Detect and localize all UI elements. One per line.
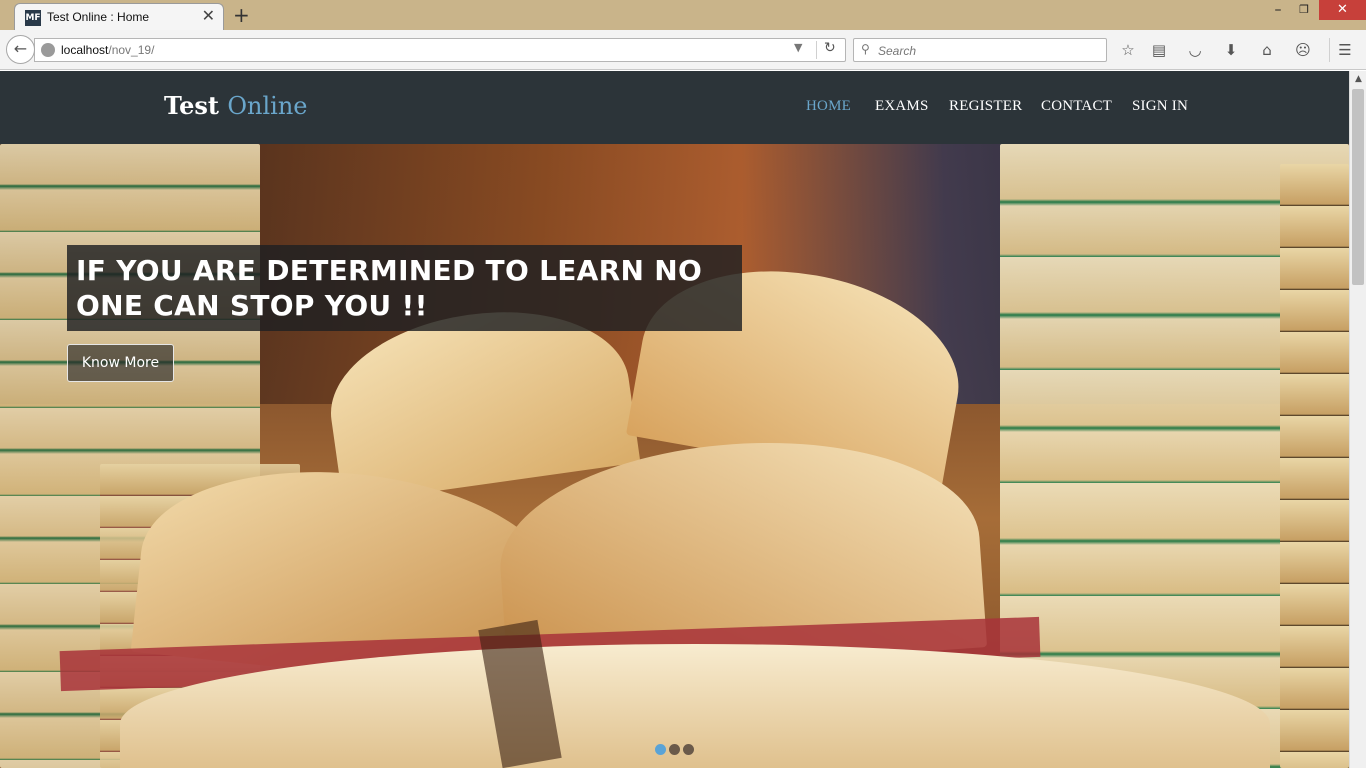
tab-close-icon[interactable]: ✕	[202, 6, 215, 25]
window-close-button[interactable]: ✕	[1319, 0, 1366, 20]
nav-sign-in-link[interactable]: SIGN IN	[1132, 98, 1188, 115]
home-icon[interactable]: ⌂	[1256, 39, 1278, 61]
scroll-thumb[interactable]	[1352, 89, 1364, 285]
nav-register-link[interactable]: REGISTER	[949, 98, 1022, 115]
window-minimize-button[interactable]: –	[1268, 2, 1288, 20]
url-bar[interactable]: localhost/nov_19/ ▼ ↻	[34, 38, 846, 62]
browser-tab[interactable]: MF Test Online : Home ✕	[14, 3, 224, 30]
feedback-icon[interactable]: ☹	[1292, 39, 1314, 61]
browser-toolbar: localhost/nov_19/ ▼ ↻ ← ⚲ Search ☆ ▤ ◡ ⬇…	[0, 30, 1366, 70]
toolbar-divider	[1329, 38, 1330, 62]
nav-exams-link[interactable]: EXAMS	[875, 98, 929, 115]
browser-tab-strip: MF Test Online : Home ✕ + – ❐ ✕	[0, 0, 1366, 30]
download-icon[interactable]: ⬇	[1220, 39, 1242, 61]
site-header: Test Online HOME EXAMS REGISTER CONTACT …	[0, 71, 1349, 144]
know-more-button[interactable]: Know More	[67, 344, 174, 382]
url-divider	[816, 41, 817, 59]
nav-contact-link[interactable]: CONTACT	[1041, 98, 1112, 115]
back-button[interactable]: ←	[6, 35, 35, 64]
brand-accent: Online	[227, 92, 308, 120]
hero-caption-box: IF YOU ARE DETERMINED TO LEARN NO ONE CA…	[67, 245, 742, 331]
url-path: /nov_19/	[108, 43, 155, 57]
tab-title: Test Online : Home	[47, 10, 150, 24]
site-logo[interactable]: Test Online	[164, 91, 308, 120]
window-maximize-button[interactable]: ❐	[1294, 3, 1314, 21]
brand-main: Test	[164, 91, 219, 120]
new-tab-button[interactable]: +	[233, 3, 250, 27]
reload-icon[interactable]: ↻	[824, 40, 836, 56]
bookmark-star-icon[interactable]: ☆	[1117, 39, 1139, 61]
hero-carousel: IF YOU ARE DETERMINED TO LEARN NO ONE CA…	[0, 144, 1349, 768]
url-host: localhost	[61, 43, 109, 57]
carousel-indicator-1[interactable]	[655, 744, 666, 755]
reading-list-icon[interactable]: ▤	[1148, 39, 1170, 61]
url-dropdown-icon[interactable]: ▼	[794, 41, 802, 54]
site-favicon-icon: MF	[25, 10, 41, 26]
menu-icon[interactable]: ☰	[1334, 39, 1356, 61]
search-placeholder: Search	[878, 44, 917, 58]
carousel-indicator-2[interactable]	[669, 744, 680, 755]
scroll-up-arrow-icon[interactable]: ▲	[1350, 71, 1366, 88]
nav-home-link[interactable]: HOME	[806, 98, 851, 115]
globe-icon	[41, 43, 55, 57]
page-viewport: Test Online HOME EXAMS REGISTER CONTACT …	[0, 71, 1349, 768]
url-text[interactable]: localhost/nov_19/	[61, 43, 154, 57]
search-input[interactable]: ⚲ Search	[853, 38, 1107, 62]
hero-caption-text: IF YOU ARE DETERMINED TO LEARN NO ONE CA…	[76, 254, 703, 322]
page-scrollbar[interactable]: ▲	[1349, 71, 1366, 768]
carousel-indicator-3[interactable]	[683, 744, 694, 755]
pocket-icon[interactable]: ◡	[1184, 39, 1206, 61]
search-icon: ⚲	[861, 42, 870, 56]
